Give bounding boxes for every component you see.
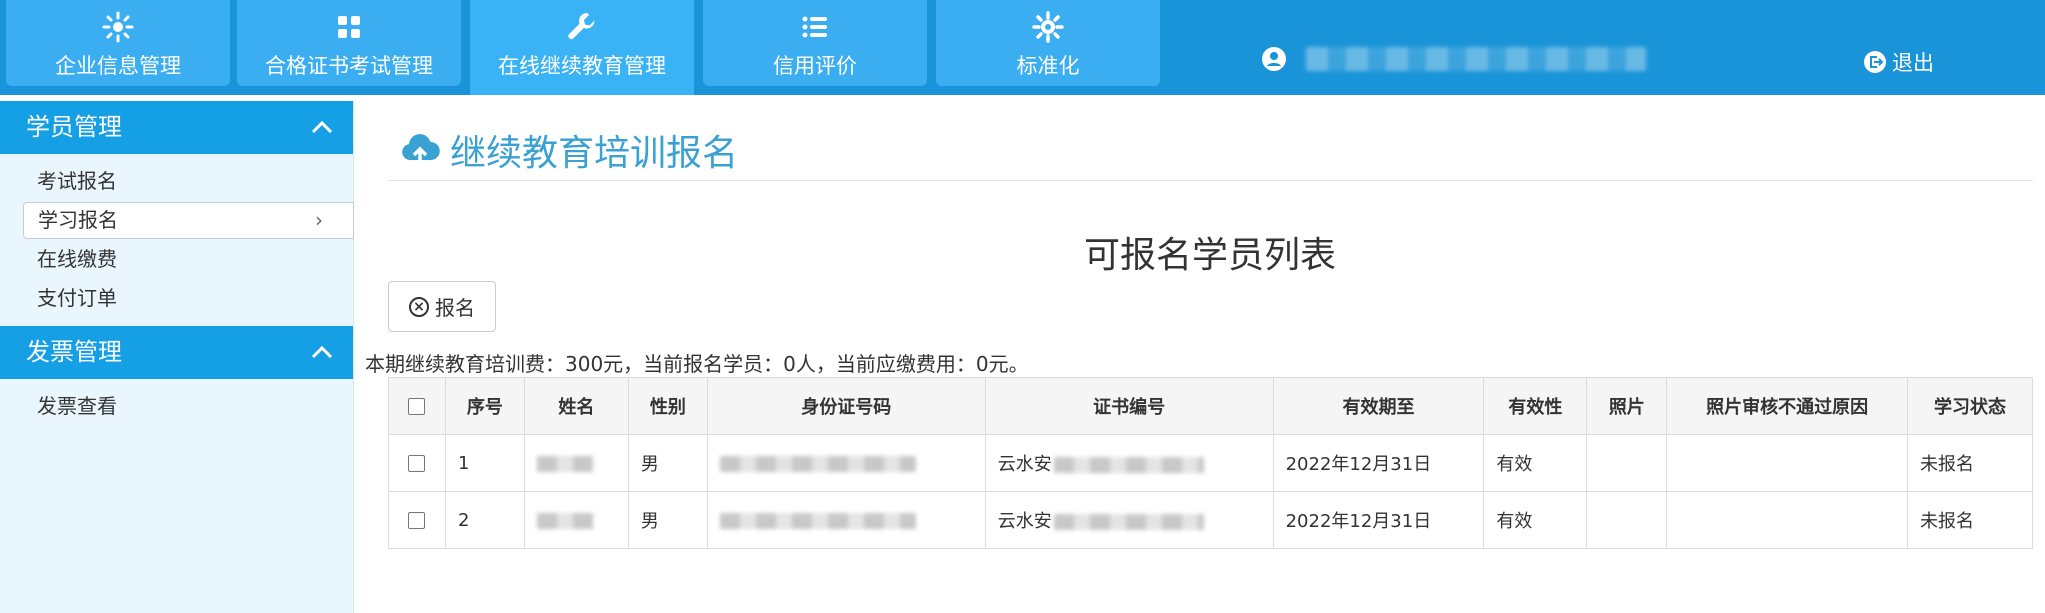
enroll-button[interactable]: × 报名 xyxy=(388,281,496,332)
user-info[interactable] xyxy=(1262,47,1646,71)
tab-label: 标准化 xyxy=(1016,54,1080,78)
sidebar-item-online-payment[interactable]: 在线缴费 xyxy=(37,245,117,273)
tab-enterprise-info[interactable]: 企业信息管理 xyxy=(6,0,230,86)
sidebar-group-title: 发票管理 xyxy=(26,338,122,366)
sidebar-item-study-registration[interactable]: 学习报名 › xyxy=(23,202,354,239)
column-header: 证书编号 xyxy=(984,377,1274,435)
row-number: 2 xyxy=(444,491,525,549)
sidebar-group-trainee-management[interactable]: 学员管理 xyxy=(0,101,353,154)
sidebar-item-payment-orders[interactable]: 支付订单 xyxy=(37,284,117,312)
close-circle-icon: × xyxy=(409,296,429,317)
photo xyxy=(1586,434,1668,492)
sidebar-group-invoice-management[interactable]: 发票管理 xyxy=(0,326,353,379)
trainee-gender: 男 xyxy=(627,491,708,549)
column-header: 有效期至 xyxy=(1272,377,1485,435)
top-navigation-bar: 企业信息管理 合格证书考试管理 在线继续教育管理 信用评价 标准化 退出 xyxy=(0,0,2045,95)
tab-online-education[interactable]: 在线继续教育管理 xyxy=(470,0,694,95)
tab-label: 企业信息管理 xyxy=(55,54,181,78)
validity: 有效 xyxy=(1483,434,1588,492)
table-header-row: 序号 姓名 性别 身份证号码 证书编号 有效期至 有效性 照片 照片审核不通过原… xyxy=(388,377,2033,435)
photo xyxy=(1586,491,1668,549)
certificate-prefix: 云水安 xyxy=(997,454,1052,475)
cloud-upload-icon xyxy=(402,134,440,166)
valid-until: 2022年12月31日 xyxy=(1272,491,1485,549)
certificate-number: 云水安 xyxy=(984,491,1274,549)
row-checkbox[interactable] xyxy=(408,455,426,472)
wrench-icon xyxy=(568,12,595,40)
row-number: 1 xyxy=(444,434,525,492)
tab-certificate-exam[interactable]: 合格证书考试管理 xyxy=(237,0,461,86)
trainee-name xyxy=(523,491,629,549)
sidebar-item-exam-registration[interactable]: 考试报名 xyxy=(37,167,117,195)
id-number xyxy=(706,491,986,549)
tab-label: 信用评价 xyxy=(773,54,857,78)
row-checkbox-cell[interactable] xyxy=(388,434,446,492)
certificate-number: 云水安 xyxy=(984,434,1274,492)
trainee-table: 序号 姓名 性别 身份证号码 证书编号 有效期至 有效性 照片 照片审核不通过原… xyxy=(388,377,2033,549)
gear-icon xyxy=(1032,11,1064,43)
grid-icon xyxy=(338,16,360,38)
certificate-prefix: 云水安 xyxy=(997,511,1052,532)
redacted-name xyxy=(536,455,593,472)
list-icon xyxy=(802,16,827,38)
column-header: 身份证号码 xyxy=(706,377,986,435)
chevron-right-icon: › xyxy=(315,208,323,232)
sidebar-group-title: 学员管理 xyxy=(26,113,122,141)
divider xyxy=(388,180,2033,181)
redacted-id-number xyxy=(719,455,916,472)
valid-until: 2022年12月31日 xyxy=(1272,434,1485,492)
sidebar-item-invoice-view[interactable]: 发票查看 xyxy=(37,392,117,420)
fee-summary: 本期继续教育培训费：300元，当前报名学员：0人，当前应缴费用：0元。 xyxy=(365,352,1029,376)
redacted-username xyxy=(1306,47,1646,71)
redacted-name xyxy=(536,512,593,529)
column-header: 照片审核不通过原因 xyxy=(1666,377,1909,435)
row-checkbox-cell[interactable] xyxy=(388,491,446,549)
table-row: 2 男 云水安 2022年12月31日 有效 未报名 xyxy=(388,491,2033,549)
redacted-certificate-number xyxy=(1053,457,1204,473)
column-header: 学习状态 xyxy=(1907,377,2033,435)
enroll-button-label: 报名 xyxy=(435,296,475,320)
validity: 有效 xyxy=(1483,491,1588,549)
select-all-checkbox[interactable] xyxy=(408,398,426,415)
id-number xyxy=(706,434,986,492)
study-status: 未报名 xyxy=(1907,434,2033,492)
redacted-certificate-number xyxy=(1053,514,1204,530)
trainee-name xyxy=(523,434,629,492)
column-header: 序号 xyxy=(444,377,525,435)
gear-icon xyxy=(102,11,134,43)
tab-standardization[interactable]: 标准化 xyxy=(936,0,1160,86)
study-status: 未报名 xyxy=(1907,491,2033,549)
trainee-gender: 男 xyxy=(627,434,708,492)
tab-label: 在线继续教育管理 xyxy=(498,54,666,78)
photo-rejection-reason xyxy=(1666,434,1909,492)
column-header: 照片 xyxy=(1586,377,1668,435)
tab-credit-evaluation[interactable]: 信用评价 xyxy=(703,0,927,86)
user-icon xyxy=(1262,47,1286,71)
chevron-up-icon xyxy=(311,120,333,134)
chevron-up-icon xyxy=(311,345,333,359)
logout-button[interactable]: 退出 xyxy=(1864,47,1934,77)
sidebar: 学员管理 考试报名 学习报名 › 在线缴费 支付订单 发票管理 发票查看 xyxy=(0,101,354,613)
select-all-checkbox-cell[interactable] xyxy=(388,377,446,435)
redacted-id-number xyxy=(719,512,916,529)
column-header: 有效性 xyxy=(1483,377,1588,435)
page-title-text: 继续教育培训报名 xyxy=(450,133,739,174)
tab-label: 合格证书考试管理 xyxy=(265,54,433,78)
column-header: 性别 xyxy=(627,377,708,435)
row-checkbox[interactable] xyxy=(408,512,426,529)
page-title: 继续教育培训报名 xyxy=(400,124,738,176)
list-title: 可报名学员列表 xyxy=(1084,235,1337,276)
photo-rejection-reason xyxy=(1666,491,1909,549)
column-header: 姓名 xyxy=(523,377,629,435)
logout-icon xyxy=(1864,51,1886,73)
sidebar-item-label: 学习报名 xyxy=(38,208,118,232)
table-row: 1 男 云水安 2022年12月31日 有效 未报名 xyxy=(388,434,2033,492)
logout-label: 退出 xyxy=(1892,51,1934,75)
